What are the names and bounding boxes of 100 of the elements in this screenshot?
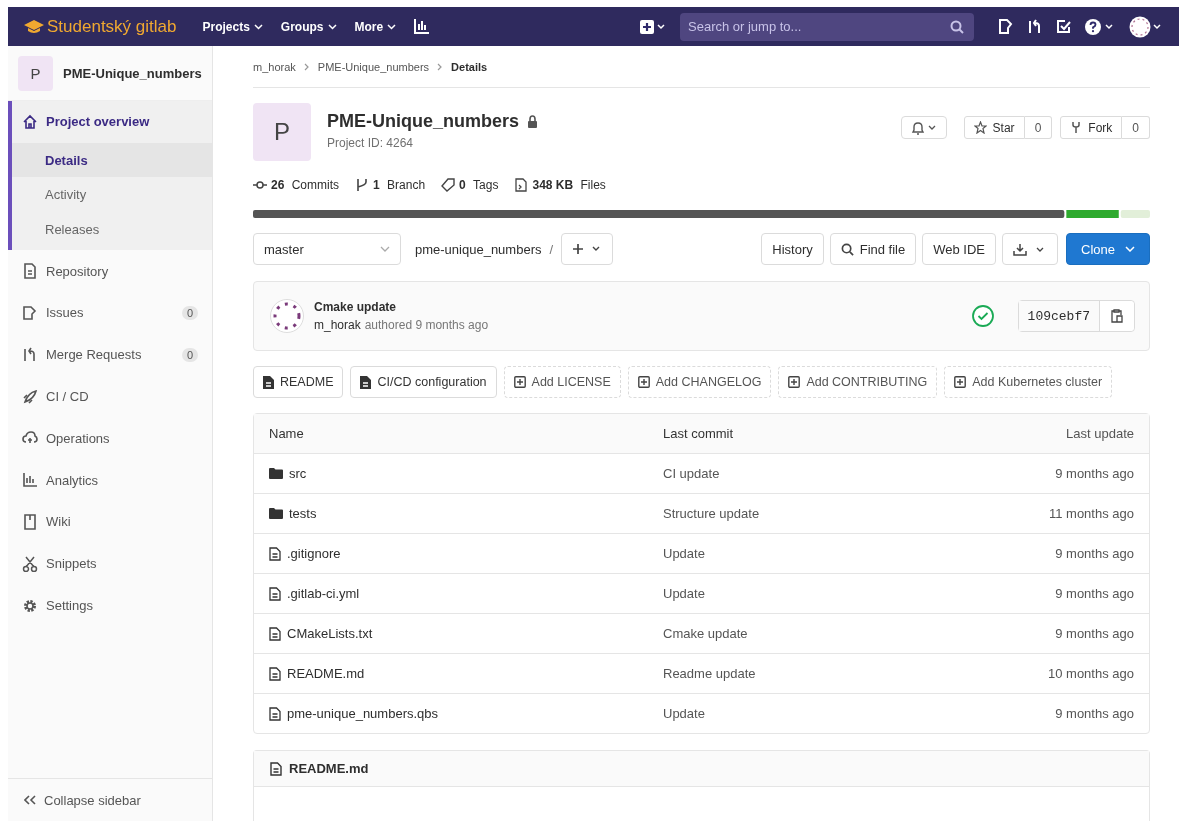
- graduation-cap-icon: [24, 19, 44, 34]
- merge-request-icon[interactable]: [1027, 18, 1042, 35]
- issues-icon: [22, 305, 38, 321]
- sidebar-item[interactable]: Wiki: [8, 501, 212, 543]
- stat-link[interactable]: 0 Tags: [441, 178, 499, 192]
- todo-check-icon[interactable]: [1056, 19, 1071, 34]
- collapse-sidebar-button[interactable]: Collapse sidebar: [8, 778, 212, 821]
- add-dropdown-button[interactable]: [561, 233, 614, 265]
- merge-icon: [22, 346, 38, 363]
- commit-message-link[interactable]: Update: [663, 706, 934, 721]
- search-field[interactable]: Search or jump to...: [680, 12, 974, 41]
- column-header: Last update: [1066, 426, 1134, 441]
- help-icon[interactable]: [1085, 18, 1115, 35]
- quick-action-button[interactable]: Add LICENSE: [503, 366, 621, 398]
- commit-message-link[interactable]: Structure update: [663, 506, 934, 521]
- chevron-down-icon: [380, 246, 390, 252]
- file-icon: [514, 178, 529, 192]
- quick-action-button[interactable]: CI/CD configuration: [350, 366, 497, 398]
- table-cell: 9 months ago: [1055, 466, 1134, 481]
- fork-count[interactable]: 0: [1122, 116, 1150, 139]
- sidebar-item[interactable]: Repository: [8, 250, 212, 293]
- branch-dropdown[interactable]: master: [253, 233, 401, 265]
- avatar-icon[interactable]: [1129, 15, 1163, 38]
- quick-action-button[interactable]: Add CHANGELOG: [627, 366, 772, 398]
- nav-menu[interactable]: Groups: [280, 19, 337, 34]
- project-name[interactable]: PME-Unique_numbers: [63, 65, 202, 81]
- document-icon: [270, 761, 282, 776]
- commit-message-link[interactable]: Update: [663, 546, 934, 561]
- fork-button[interactable]: Fork: [1060, 116, 1123, 139]
- file-name-link[interactable]: pme-unique_numbers.qbs: [287, 706, 439, 721]
- quick-action-button[interactable]: Add CONTRIBUTING: [778, 366, 938, 398]
- plus-square-icon: [637, 376, 650, 388]
- project-title: PME-Unique_numbers: [327, 111, 520, 132]
- doc-icon: [22, 263, 38, 280]
- count-badge: 0: [181, 306, 198, 320]
- issues-icon[interactable]: [998, 19, 1013, 34]
- sidebar-subitem[interactable]: Activity: [12, 177, 212, 212]
- sidebar-item[interactable]: CI / CD: [8, 375, 212, 418]
- sidebar-item[interactable]: Snippets: [8, 542, 212, 585]
- notification-button[interactable]: [900, 116, 947, 139]
- path-separator: /: [549, 241, 554, 257]
- bar-chart-icon[interactable]: [414, 19, 431, 34]
- stat-link[interactable]: 26 Commits: [253, 178, 340, 192]
- breadcrumb-link[interactable]: m_horak: [253, 60, 296, 73]
- star-count[interactable]: 0: [1024, 116, 1053, 139]
- project-id: Project ID: 4264: [327, 136, 415, 150]
- sidebar-item[interactable]: Operations: [8, 417, 212, 460]
- project-avatar: P: [253, 103, 311, 161]
- status-check-icon[interactable]: [971, 305, 994, 327]
- download-button[interactable]: [1002, 233, 1059, 265]
- folder-icon: [269, 468, 283, 479]
- file-icon: [269, 586, 281, 601]
- quick-action-button[interactable]: README: [253, 366, 344, 398]
- commit-message-link[interactable]: Readme update: [663, 666, 934, 681]
- chevron-down-icon: [387, 23, 397, 30]
- chevron-down-icon: [1125, 246, 1135, 252]
- sidebar-item[interactable]: Settings: [8, 584, 212, 627]
- file-name-link[interactable]: README.md: [287, 666, 365, 681]
- sidebar-subitem[interactable]: Releases: [12, 211, 212, 247]
- nav-menu[interactable]: More: [354, 19, 397, 34]
- clipboard-icon: [1111, 309, 1123, 323]
- commit-sha[interactable]: 109cebf7: [1018, 301, 1100, 331]
- stat-link[interactable]: 1 Branch: [355, 178, 426, 192]
- path-link[interactable]: pme-unique_numbers: [415, 241, 542, 257]
- breadcrumb-link[interactable]: PME-Unique_numbers: [317, 60, 430, 73]
- sidebar-item[interactable]: Analytics: [8, 459, 212, 502]
- table-cell: 9 months ago: [1055, 546, 1134, 561]
- commit-message-link[interactable]: CI update: [663, 466, 934, 481]
- table-cell: 9 months ago: [1055, 706, 1134, 721]
- plus-square-icon: [954, 376, 967, 388]
- commit-message-link[interactable]: Update: [663, 586, 934, 601]
- file-icon: [269, 666, 281, 681]
- toolbar-button[interactable]: Web IDE: [922, 233, 997, 265]
- plus-icon[interactable]: [640, 19, 666, 34]
- document-icon: [263, 375, 274, 389]
- toolbar-button[interactable]: History: [761, 233, 824, 265]
- commit-title[interactable]: Cmake update: [314, 300, 489, 314]
- double-chevron-left-icon: [24, 795, 36, 805]
- stat-link[interactable]: 348 KB Files: [514, 178, 606, 192]
- breadcrumb-link[interactable]: Details: [451, 60, 488, 73]
- commit-message-link[interactable]: Cmake update: [663, 626, 934, 641]
- file-name-link[interactable]: tests: [289, 506, 317, 521]
- toolbar-button[interactable]: Find file: [829, 233, 917, 265]
- project-avatar: P: [18, 55, 53, 91]
- sidebar-item[interactable]: Project overview: [12, 101, 212, 143]
- file-name-link[interactable]: .gitlab-ci.yml: [287, 586, 360, 601]
- sidebar-subitem[interactable]: Details: [12, 142, 212, 178]
- sidebar-item[interactable]: Merge Requests 0: [8, 333, 212, 376]
- commit-author[interactable]: m_horak: [314, 318, 361, 332]
- nav-menu[interactable]: Projects: [202, 19, 263, 34]
- sidebar-item[interactable]: Issues 0: [8, 292, 212, 334]
- fork-icon: [1070, 121, 1083, 134]
- quick-action-button[interactable]: Add Kubernetes cluster: [944, 366, 1113, 398]
- star-button[interactable]: Star: [963, 116, 1025, 139]
- file-name-link[interactable]: src: [289, 466, 307, 481]
- scissors-icon: [22, 555, 38, 572]
- clone-button[interactable]: Clone: [1066, 233, 1150, 265]
- file-name-link[interactable]: CMakeLists.txt: [287, 626, 373, 641]
- brand-link[interactable]: Studentský gitlab: [47, 16, 177, 37]
- file-name-link[interactable]: .gitignore: [287, 546, 341, 561]
